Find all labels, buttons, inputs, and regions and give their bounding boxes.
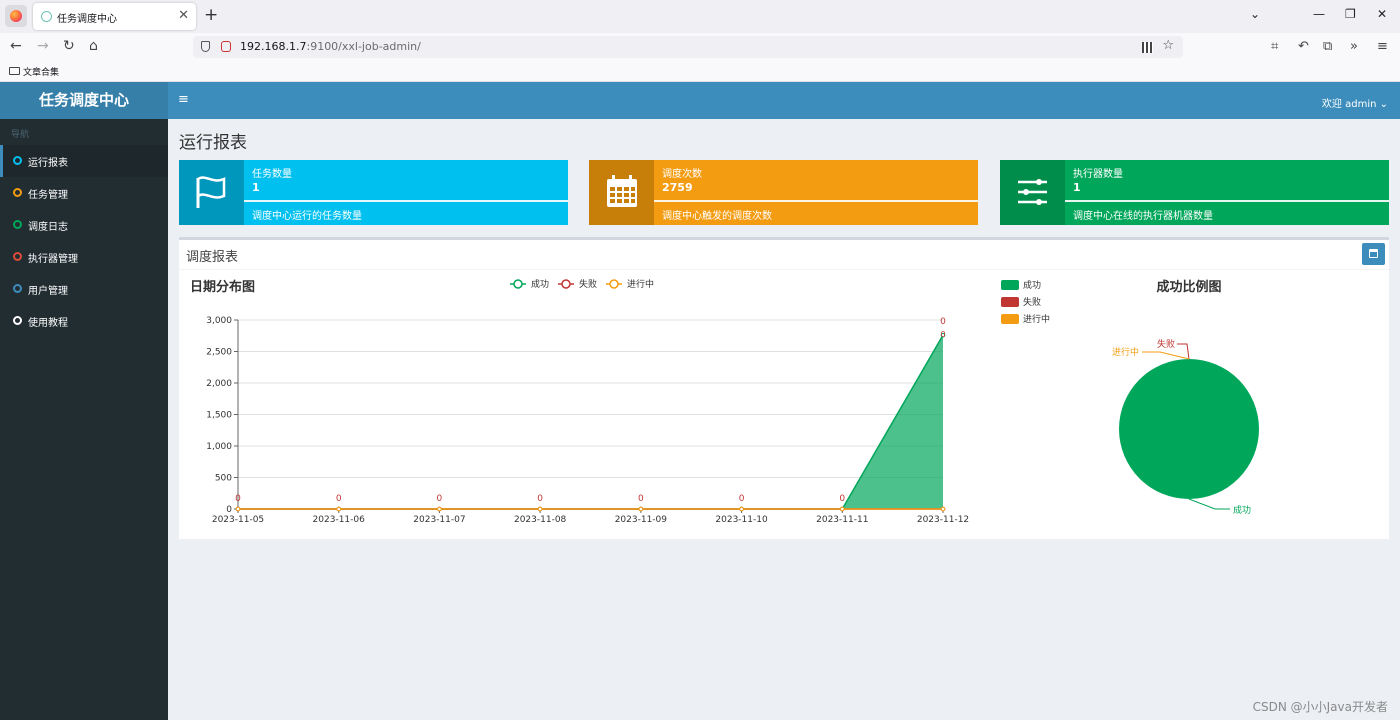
legend-marker (561, 279, 571, 289)
data-label: 0 (537, 494, 543, 504)
x-tick-label: 2023-11-09 (615, 515, 668, 525)
data-point (940, 506, 946, 512)
data-point (638, 506, 644, 512)
x-tick-label: 2023-11-12 (917, 515, 969, 525)
y-tick-label: 3,000 (206, 316, 232, 326)
series-area (238, 335, 943, 509)
pie-legend-swatch (1001, 280, 1019, 290)
pie-chart-title: 成功比例图 (1156, 279, 1221, 295)
data-point (336, 506, 342, 512)
y-tick-label: 500 (215, 474, 232, 484)
charts-layer: 日期分布图05001,0001,5002,0002,5003,0002023-1… (190, 278, 1259, 525)
data-label: 0 (437, 494, 443, 504)
legend-label: 成功 (531, 278, 549, 290)
data-label: 0 (940, 317, 946, 327)
pie-label-line (1188, 498, 1230, 510)
pie-legend-swatch (1001, 297, 1019, 307)
legend-marker (513, 279, 523, 289)
x-tick-label: 2023-11-08 (514, 515, 567, 525)
data-point (437, 506, 442, 512)
y-tick-label: 1,000 (206, 442, 232, 452)
legend-label: 失败 (579, 278, 597, 290)
data-point (839, 506, 845, 512)
pie-slice (1119, 359, 1259, 499)
data-point (537, 506, 543, 512)
y-tick-label: 0 (226, 505, 232, 515)
x-tick-label: 2023-11-11 (816, 515, 868, 525)
x-tick-label: 2023-11-07 (413, 515, 465, 525)
y-tick-label: 1,500 (206, 411, 232, 421)
pie-legend-label: 进行中 (1023, 313, 1050, 325)
legend-label: 进行中 (627, 278, 654, 290)
pie-legend-label: 失败 (1023, 296, 1041, 308)
watermark: CSDN @小小Java开发者 (1252, 700, 1388, 714)
pie-label: 成功 (1233, 504, 1251, 516)
y-tick-label: 2,500 (206, 348, 232, 358)
x-tick-label: 2023-11-05 (212, 515, 264, 525)
data-label: 0 (336, 494, 342, 504)
data-point (235, 506, 241, 512)
legend-marker (609, 279, 619, 289)
pie-label: 失败 (1157, 338, 1175, 350)
x-tick-label: 2023-11-06 (313, 515, 366, 525)
data-label: 0 (638, 494, 644, 504)
data-point (739, 506, 744, 512)
data-label: 0 (739, 494, 745, 504)
data-label: 0 (839, 494, 845, 504)
data-label: 0 (235, 494, 241, 504)
pie-legend-label: 成功 (1023, 279, 1041, 291)
pie-label: 进行中 (1112, 346, 1139, 358)
pie-legend-swatch (1001, 314, 1019, 324)
y-tick-label: 2,000 (206, 379, 232, 389)
series-line (238, 334, 944, 510)
line-chart-title: 日期分布图 (190, 279, 255, 295)
x-tick-label: 2023-11-10 (715, 515, 768, 525)
data-label: 0 (940, 330, 945, 339)
pie-label-line (1142, 351, 1190, 360)
